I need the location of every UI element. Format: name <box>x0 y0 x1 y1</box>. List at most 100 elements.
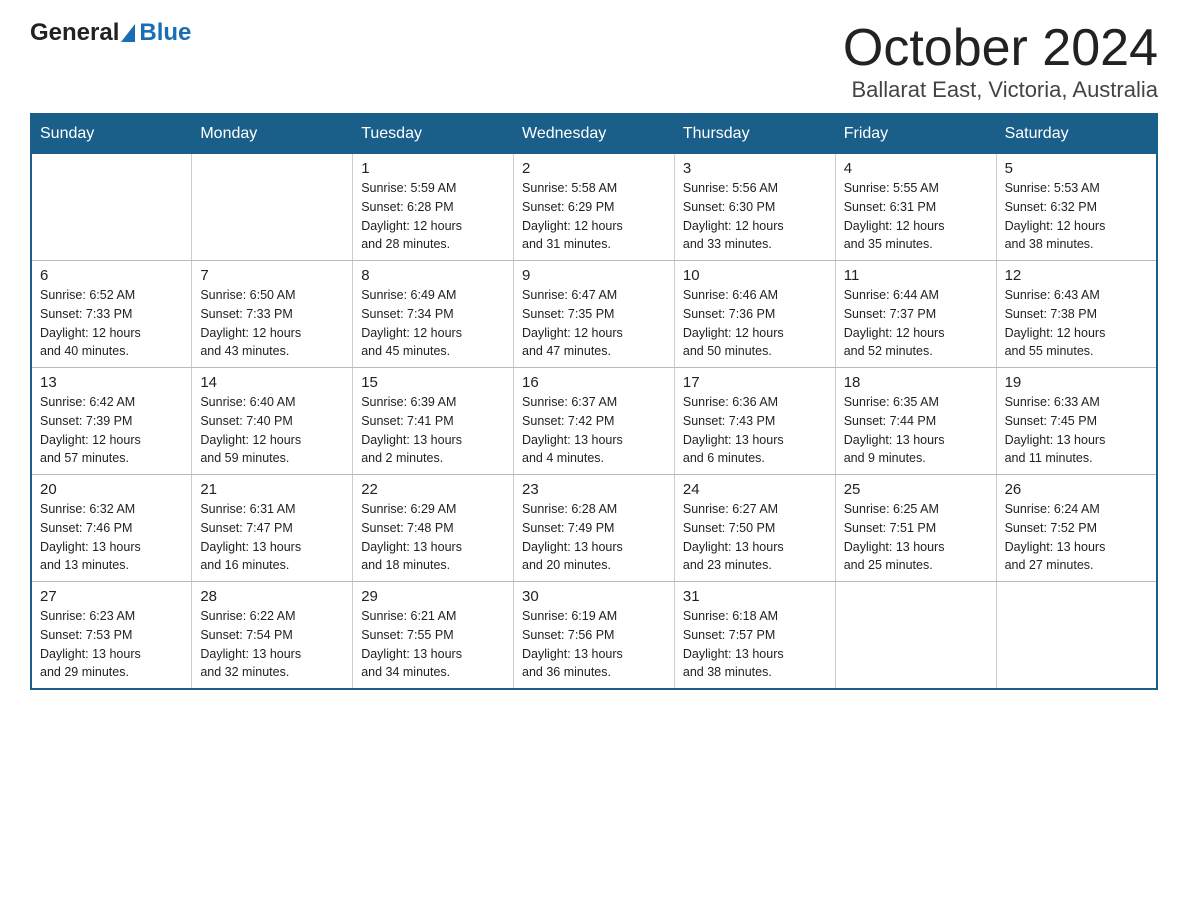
day-number: 16 <box>522 374 666 391</box>
calendar-cell: 5 Sunrise: 5:53 AMSunset: 6:32 PMDaylight… <box>996 154 1157 261</box>
day-number: 4 <box>844 160 988 177</box>
calendar-subtitle: Ballarat East, Victoria, Australia <box>843 77 1158 103</box>
day-info: Sunrise: 6:39 AMSunset: 7:41 PMDaylight:… <box>361 393 505 468</box>
calendar-cell <box>192 154 353 261</box>
calendar-cell: 26 Sunrise: 6:24 AMSunset: 7:52 PMDayligh… <box>996 475 1157 582</box>
weekday-header-thursday: Thursday <box>674 114 835 154</box>
calendar-week-row: 20 Sunrise: 6:32 AMSunset: 7:46 PMDayligh… <box>31 475 1157 582</box>
day-number: 25 <box>844 481 988 498</box>
weekday-header-wednesday: Wednesday <box>514 114 675 154</box>
weekday-header-saturday: Saturday <box>996 114 1157 154</box>
day-info: Sunrise: 6:52 AMSunset: 7:33 PMDaylight:… <box>40 286 183 361</box>
day-number: 27 <box>40 588 183 605</box>
calendar-cell <box>835 582 996 690</box>
logo-text-blue: Blue <box>139 20 191 46</box>
calendar-cell: 15Sunrise: 6:39 AMSunset: 7:41 PMDayligh… <box>353 368 514 475</box>
calendar-cell: 31Sunrise: 6:18 AMSunset: 7:57 PMDayligh… <box>674 582 835 690</box>
calendar-cell: 3Sunrise: 5:56 AMSunset: 6:30 PMDaylight… <box>674 154 835 261</box>
day-info: Sunrise: 6:23 AMSunset: 7:53 PMDaylight:… <box>40 607 183 682</box>
title-block: October 2024 Ballarat East, Victoria, Au… <box>843 20 1158 103</box>
calendar-cell: 13 Sunrise: 6:42 AMSunset: 7:39 PMDayligh… <box>31 368 192 475</box>
calendar-week-row: 13 Sunrise: 6:42 AMSunset: 7:39 PMDayligh… <box>31 368 1157 475</box>
calendar-cell: 21 Sunrise: 6:31 AMSunset: 7:47 PMDayligh… <box>192 475 353 582</box>
day-info: Sunrise: 6:28 AMSunset: 7:49 PMDaylight:… <box>522 500 666 575</box>
calendar-header: SundayMondayTuesdayWednesdayThursdayFrid… <box>31 114 1157 154</box>
day-number: 17 <box>683 374 827 391</box>
day-number: 2 <box>522 160 666 177</box>
calendar-cell: 20 Sunrise: 6:32 AMSunset: 7:46 PMDayligh… <box>31 475 192 582</box>
day-info: Sunrise: 6:33 AMSunset: 7:45 PMDaylight:… <box>1005 393 1148 468</box>
day-info: Sunrise: 6:21 AMSunset: 7:55 PMDaylight:… <box>361 607 505 682</box>
day-info: Sunrise: 5:56 AMSunset: 6:30 PMDaylight:… <box>683 179 827 254</box>
day-number: 23 <box>522 481 666 498</box>
day-number: 24 <box>683 481 827 498</box>
day-number: 19 <box>1005 374 1148 391</box>
calendar-cell: 23 Sunrise: 6:28 AMSunset: 7:49 PMDayligh… <box>514 475 675 582</box>
calendar-cell: 7Sunrise: 6:50 AMSunset: 7:33 PMDaylight… <box>192 261 353 368</box>
calendar-week-row: 27 Sunrise: 6:23 AMSunset: 7:53 PMDayligh… <box>31 582 1157 690</box>
day-info: Sunrise: 6:31 AMSunset: 7:47 PMDaylight:… <box>200 500 344 575</box>
day-info: Sunrise: 6:22 AMSunset: 7:54 PMDaylight:… <box>200 607 344 682</box>
day-number: 22 <box>361 481 505 498</box>
calendar-cell: 27 Sunrise: 6:23 AMSunset: 7:53 PMDayligh… <box>31 582 192 690</box>
day-info: Sunrise: 6:43 AMSunset: 7:38 PMDaylight:… <box>1005 286 1148 361</box>
calendar-cell: 17 Sunrise: 6:36 AMSunset: 7:43 PMDayligh… <box>674 368 835 475</box>
page-header: General Blue October 2024 Ballarat East,… <box>30 20 1158 103</box>
calendar-cell: 19 Sunrise: 6:33 AMSunset: 7:45 PMDayligh… <box>996 368 1157 475</box>
day-info: Sunrise: 6:19 AMSunset: 7:56 PMDaylight:… <box>522 607 666 682</box>
day-number: 14 <box>200 374 344 391</box>
day-number: 29 <box>361 588 505 605</box>
day-info: Sunrise: 6:36 AMSunset: 7:43 PMDaylight:… <box>683 393 827 468</box>
day-info: Sunrise: 6:40 AMSunset: 7:40 PMDaylight:… <box>200 393 344 468</box>
day-number: 26 <box>1005 481 1148 498</box>
calendar-cell: 1 Sunrise: 5:59 AMSunset: 6:28 PMDaylight… <box>353 154 514 261</box>
calendar-cell <box>31 154 192 261</box>
weekday-header-tuesday: Tuesday <box>353 114 514 154</box>
day-number: 13 <box>40 374 183 391</box>
day-info: Sunrise: 6:25 AMSunset: 7:51 PMDaylight:… <box>844 500 988 575</box>
calendar-body: 1 Sunrise: 5:59 AMSunset: 6:28 PMDaylight… <box>31 154 1157 690</box>
day-info: Sunrise: 6:44 AMSunset: 7:37 PMDaylight:… <box>844 286 988 361</box>
calendar-cell: 22Sunrise: 6:29 AMSunset: 7:48 PMDayligh… <box>353 475 514 582</box>
day-info: Sunrise: 6:49 AMSunset: 7:34 PMDaylight:… <box>361 286 505 361</box>
logo-triangle-icon <box>121 24 135 42</box>
calendar-title: October 2024 <box>843 20 1158 77</box>
day-number: 31 <box>683 588 827 605</box>
day-number: 6 <box>40 267 183 284</box>
day-info: Sunrise: 6:47 AMSunset: 7:35 PMDaylight:… <box>522 286 666 361</box>
logo: General Blue <box>30 20 191 46</box>
day-info: Sunrise: 6:46 AMSunset: 7:36 PMDaylight:… <box>683 286 827 361</box>
day-number: 8 <box>361 267 505 284</box>
calendar-week-row: 6 Sunrise: 6:52 AMSunset: 7:33 PMDaylight… <box>31 261 1157 368</box>
day-number: 9 <box>522 267 666 284</box>
calendar-cell: 29 Sunrise: 6:21 AMSunset: 7:55 PMDayligh… <box>353 582 514 690</box>
calendar-cell: 10 Sunrise: 6:46 AMSunset: 7:36 PMDayligh… <box>674 261 835 368</box>
calendar-cell: 30 Sunrise: 6:19 AMSunset: 7:56 PMDayligh… <box>514 582 675 690</box>
day-info: Sunrise: 6:37 AMSunset: 7:42 PMDaylight:… <box>522 393 666 468</box>
day-info: Sunrise: 6:27 AMSunset: 7:50 PMDaylight:… <box>683 500 827 575</box>
day-info: Sunrise: 6:32 AMSunset: 7:46 PMDaylight:… <box>40 500 183 575</box>
logo-text-general: General <box>30 20 119 46</box>
day-info: Sunrise: 5:58 AMSunset: 6:29 PMDaylight:… <box>522 179 666 254</box>
day-info: Sunrise: 6:50 AMSunset: 7:33 PMDaylight:… <box>200 286 344 361</box>
day-info: Sunrise: 6:35 AMSunset: 7:44 PMDaylight:… <box>844 393 988 468</box>
day-number: 30 <box>522 588 666 605</box>
calendar-week-row: 1 Sunrise: 5:59 AMSunset: 6:28 PMDaylight… <box>31 154 1157 261</box>
calendar-cell: 9 Sunrise: 6:47 AMSunset: 7:35 PMDaylight… <box>514 261 675 368</box>
day-info: Sunrise: 6:42 AMSunset: 7:39 PMDaylight:… <box>40 393 183 468</box>
day-number: 10 <box>683 267 827 284</box>
day-info: Sunrise: 5:53 AMSunset: 6:32 PMDaylight:… <box>1005 179 1148 254</box>
day-number: 18 <box>844 374 988 391</box>
day-number: 1 <box>361 160 505 177</box>
day-number: 21 <box>200 481 344 498</box>
calendar-cell: 14 Sunrise: 6:40 AMSunset: 7:40 PMDayligh… <box>192 368 353 475</box>
weekday-header-monday: Monday <box>192 114 353 154</box>
calendar-cell: 24 Sunrise: 6:27 AMSunset: 7:50 PMDayligh… <box>674 475 835 582</box>
calendar-cell: 11Sunrise: 6:44 AMSunset: 7:37 PMDayligh… <box>835 261 996 368</box>
day-info: Sunrise: 6:24 AMSunset: 7:52 PMDaylight:… <box>1005 500 1148 575</box>
day-number: 12 <box>1005 267 1148 284</box>
calendar-cell <box>996 582 1157 690</box>
day-info: Sunrise: 5:59 AMSunset: 6:28 PMDaylight:… <box>361 179 505 254</box>
day-number: 20 <box>40 481 183 498</box>
day-number: 5 <box>1005 160 1148 177</box>
